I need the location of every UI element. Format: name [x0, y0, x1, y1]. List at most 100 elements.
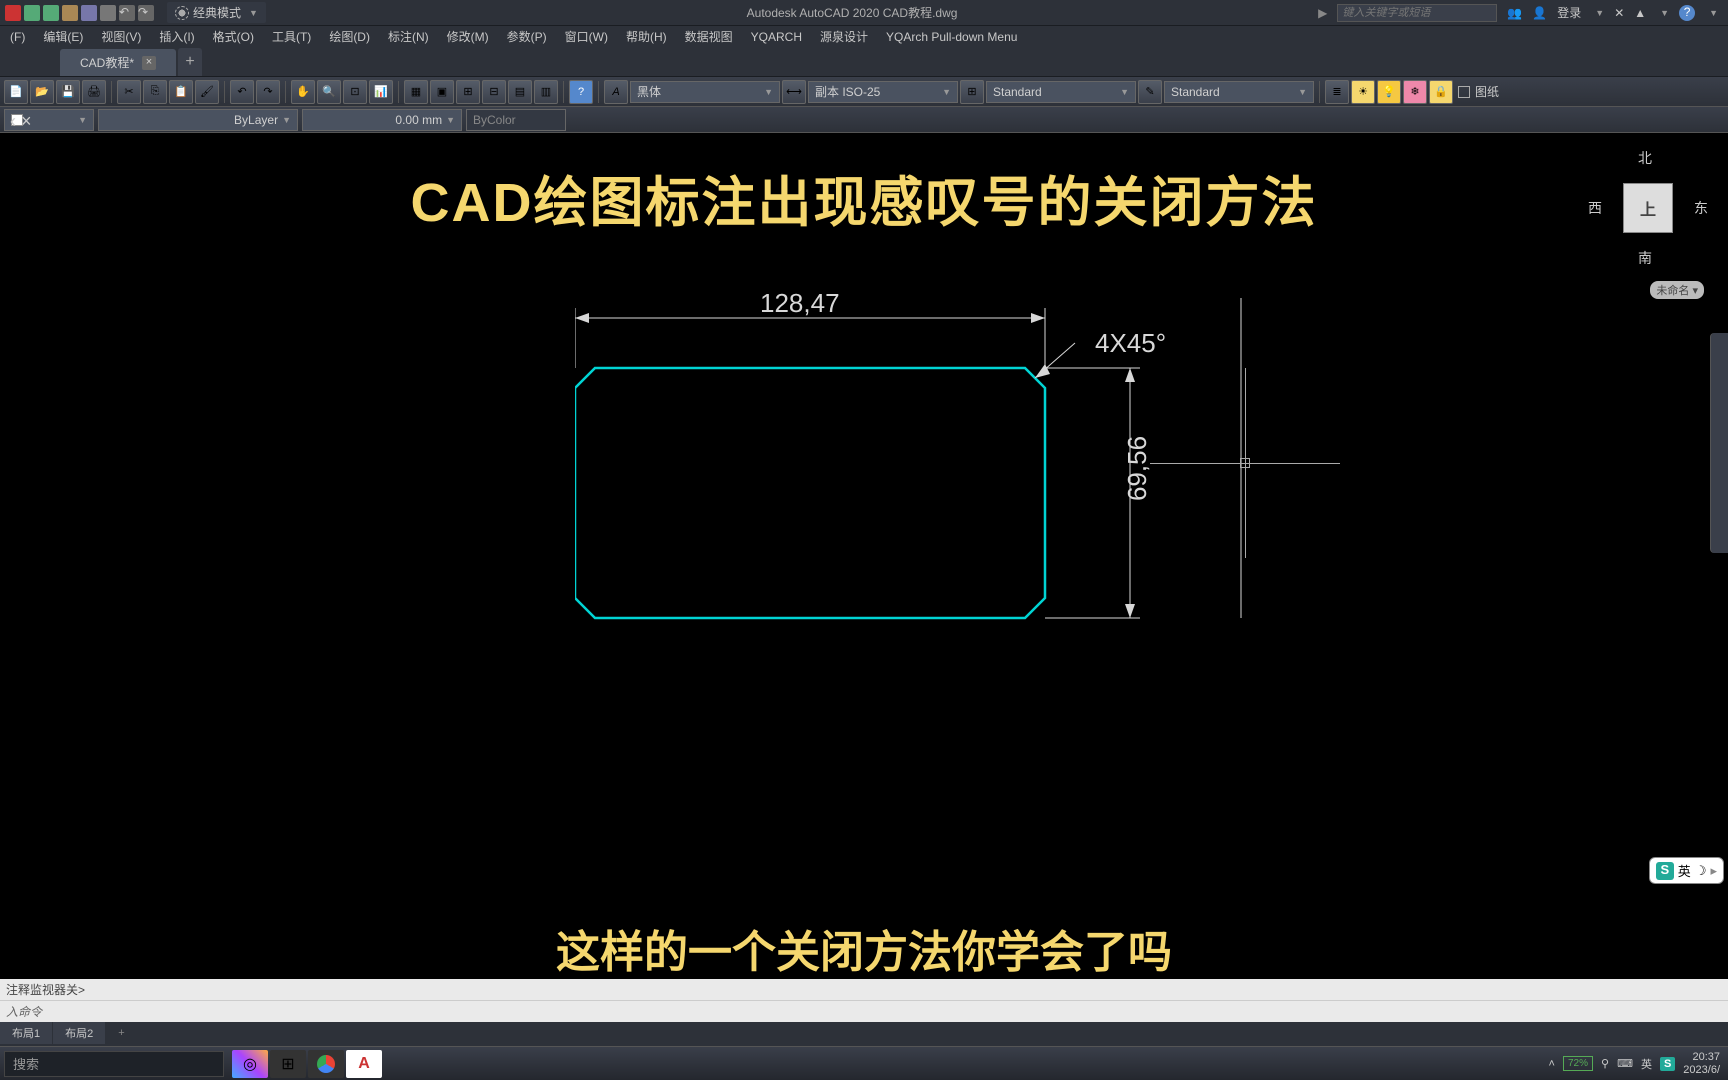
menu-dimension[interactable]: 标注(N) — [380, 26, 437, 47]
mleader-button[interactable]: ✎ — [1138, 80, 1162, 104]
paste-button[interactable]: 📋 — [169, 80, 193, 104]
vc-named-view[interactable]: 未命名 ▾ — [1650, 281, 1704, 299]
wifi-icon[interactable]: ⚲ — [1601, 1057, 1609, 1070]
layer-iso-button[interactable]: ≣ — [1325, 80, 1349, 104]
app-icon[interactable]: ▲ — [1634, 6, 1646, 20]
redo-icon[interactable]: ↷ — [138, 5, 154, 21]
open-button[interactable]: 📂 — [30, 80, 54, 104]
lock-icon[interactable]: 🔒 — [1429, 80, 1453, 104]
login-label[interactable]: 登录 — [1557, 4, 1581, 21]
save-icon[interactable] — [24, 5, 40, 21]
command-prompt[interactable]: 入命令 — [0, 1001, 1728, 1022]
cortana-icon[interactable]: ◎ — [232, 1050, 268, 1078]
help-icon[interactable]: ? — [1679, 5, 1695, 21]
block3-button[interactable]: ⊞ — [456, 80, 480, 104]
menu-insert[interactable]: 插入(I) — [151, 26, 202, 47]
saveas-icon[interactable] — [43, 5, 59, 21]
chevron-down-icon: ▼ — [282, 115, 291, 125]
taskview-icon[interactable]: ⊞ — [270, 1050, 306, 1078]
user-icon[interactable]: 👤 — [1532, 6, 1547, 20]
block-button[interactable]: ▦ — [404, 80, 428, 104]
help-button[interactable]: ? — [569, 80, 593, 104]
print-icon[interactable] — [81, 5, 97, 21]
properties-button[interactable]: 📊 — [369, 80, 393, 104]
new-icon[interactable] — [5, 5, 21, 21]
undo-icon[interactable]: ↶ — [119, 5, 135, 21]
menu-draw[interactable]: 绘图(D) — [321, 26, 378, 47]
clock-time[interactable]: 20:37 — [1683, 1051, 1720, 1063]
standard-combo-1[interactable]: Standard ▼ — [986, 81, 1136, 103]
sun-icon[interactable]: ☀ — [1351, 80, 1375, 104]
menu-dataview[interactable]: 数据视图 — [677, 26, 741, 47]
vc-top-face[interactable]: 上 — [1623, 183, 1673, 233]
workspace-dropdown[interactable]: 经典模式 ▼ — [167, 2, 266, 23]
block2-button[interactable]: ▣ — [430, 80, 454, 104]
layout-add-button[interactable]: + — [106, 1024, 136, 1042]
bulb-icon[interactable]: 💡 — [1377, 80, 1401, 104]
plot-icon[interactable] — [100, 5, 116, 21]
doc-tab[interactable]: CAD教程* × — [60, 49, 176, 76]
search-input[interactable] — [1337, 4, 1497, 22]
tab-close-icon[interactable]: × — [142, 56, 156, 70]
undo-button[interactable]: ↶ — [230, 80, 254, 104]
tab-new-button[interactable]: + — [178, 48, 202, 76]
bycolor-combo[interactable]: ByColor — [466, 109, 566, 131]
menu-view[interactable]: 视图(V) — [93, 26, 149, 47]
menu-window[interactable]: 窗口(W) — [557, 26, 616, 47]
menu-edit[interactable]: 编辑(E) — [35, 26, 91, 47]
table-style-button[interactable]: ⊞ — [960, 80, 984, 104]
open-icon[interactable] — [62, 5, 78, 21]
standard-combo-2[interactable]: Standard ▼ — [1164, 81, 1314, 103]
menu-file[interactable]: (F) — [2, 28, 33, 46]
keyboard-icon[interactable]: ⌨ — [1617, 1057, 1633, 1070]
tray-up-icon[interactable]: ˄ — [1549, 1058, 1555, 1070]
layout-tab-2[interactable]: 布局2 — [53, 1022, 105, 1044]
text-style-value: 黑体 — [637, 83, 661, 100]
drawing-canvas[interactable]: CAD绘图标注出现感叹号的关闭方法 这样的一个关闭方法你学会了吗 128,47 … — [0, 133, 1728, 1000]
menu-tools[interactable]: 工具(T) — [264, 26, 319, 47]
taskbar-search[interactable]: 搜索 — [4, 1051, 224, 1077]
sheet-button[interactable]: ▤ — [508, 80, 532, 104]
new-button[interactable]: 📄 — [4, 80, 28, 104]
ime-s-tray[interactable]: S — [1660, 1057, 1675, 1071]
chrome-icon[interactable] — [308, 1050, 344, 1078]
share-icon[interactable]: 👥 — [1507, 6, 1522, 20]
menu-parametric[interactable]: 参数(P) — [499, 26, 555, 47]
table-button[interactable]: ⊟ — [482, 80, 506, 104]
ime-floating-badge[interactable]: S 英 ☽ ▸ — [1649, 857, 1724, 884]
text-style-combo[interactable]: 黑体 ▼ — [630, 81, 780, 103]
menu-yqarch-pulldown[interactable]: YQArch Pull-down Menu — [878, 28, 1025, 46]
redo-button[interactable]: ↷ — [256, 80, 280, 104]
autocad-icon[interactable]: A — [346, 1050, 382, 1078]
color-swatch[interactable] — [1458, 86, 1470, 98]
text-button[interactable]: A — [604, 80, 628, 104]
dim-style-combo[interactable]: 副本 ISO-25 ▼ — [808, 81, 958, 103]
match-button[interactable]: 🖌 — [195, 80, 219, 104]
zoom-button[interactable]: 🔍 — [317, 80, 341, 104]
dim-button[interactable]: ⟷ — [782, 80, 806, 104]
copy-button[interactable]: ⎘ — [143, 80, 167, 104]
nav-bar[interactable] — [1710, 333, 1728, 553]
layer-combo[interactable]: ByLayer ▼ — [98, 109, 298, 131]
menu-help[interactable]: 帮助(H) — [618, 26, 675, 47]
print-button[interactable]: 🖨 — [82, 80, 106, 104]
pan-button[interactable]: ✋ — [291, 80, 315, 104]
command-line[interactable]: 注释监视器关> 入命令 — [0, 979, 1728, 1022]
exchange-icon[interactable]: ✕ — [1614, 6, 1624, 20]
battery-indicator[interactable]: 72% — [1563, 1056, 1593, 1071]
menu-yqarch[interactable]: YQARCH — [743, 28, 810, 46]
menu-modify[interactable]: 修改(M) — [439, 26, 497, 47]
layout-tab-1[interactable]: 布局1 — [0, 1022, 52, 1044]
ime-indicator[interactable]: 英 — [1641, 1056, 1652, 1072]
save-button[interactable]: 💾 — [56, 80, 80, 104]
cmdline-close-icon[interactable]: ‹ × — [10, 111, 32, 132]
menu-format[interactable]: 格式(O) — [205, 26, 262, 47]
viewcube[interactable]: 北 西 东 南 上 — [1588, 148, 1708, 268]
freeze-icon[interactable]: ❄ — [1403, 80, 1427, 104]
lineweight-combo[interactable]: 0.00 mm ▼ — [302, 109, 462, 131]
zoom-ext-button[interactable]: ⊡ — [343, 80, 367, 104]
cut-button[interactable]: ✂ — [117, 80, 141, 104]
play-icon[interactable]: ▶ — [1318, 6, 1327, 20]
menu-yuanquan[interactable]: 源泉设计 — [812, 26, 876, 47]
cols-button[interactable]: ▥ — [534, 80, 558, 104]
